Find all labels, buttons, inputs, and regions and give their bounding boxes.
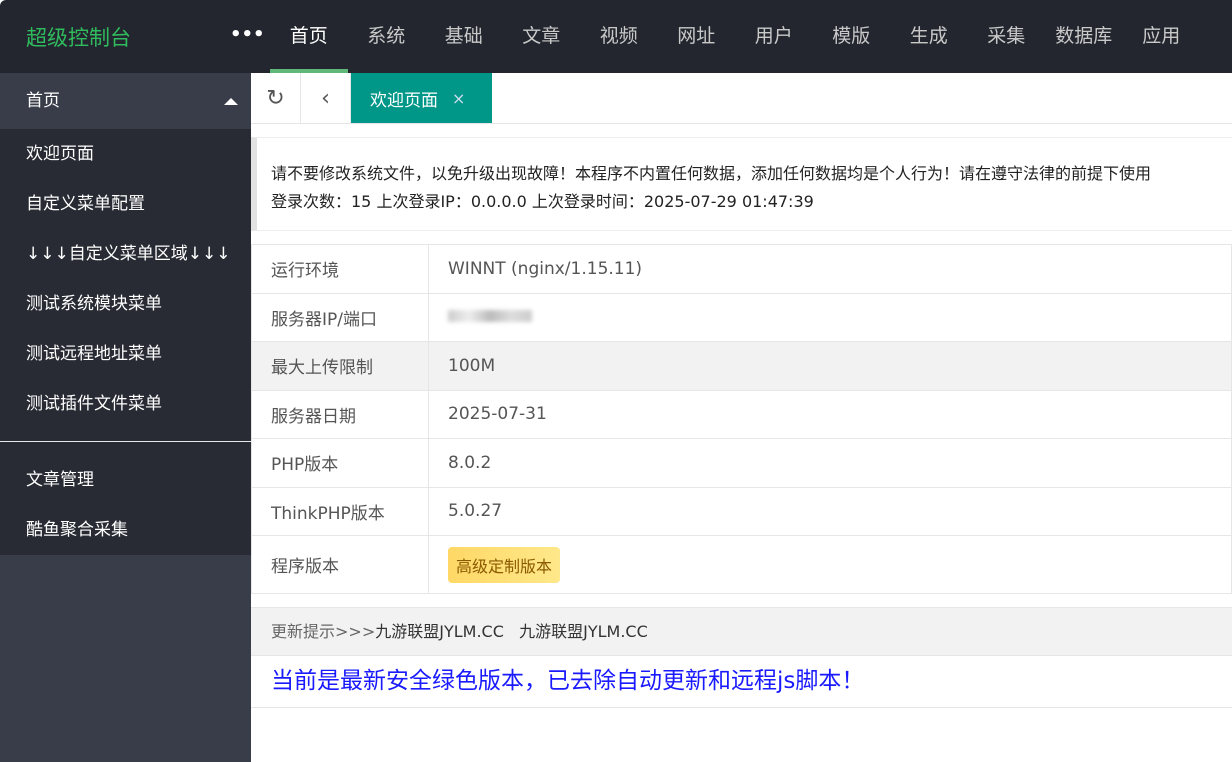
tab-bar: ↻ ‹ 欢迎页面 ×	[251, 73, 1232, 124]
row-label: 运行环境	[251, 244, 429, 294]
sidebar-divider	[0, 441, 251, 442]
sidebar-item-test-plugin-file[interactable]: 测试插件文件菜单	[0, 379, 251, 429]
table-row: 服务器日期 2025-07-31	[251, 389, 1232, 439]
tab-welcome[interactable]: 欢迎页面 ×	[351, 73, 492, 123]
sidebar-item-article-manage[interactable]: 文章管理	[0, 455, 251, 505]
row-value: 8.0.2	[428, 438, 1232, 488]
row-label: PHP版本	[251, 438, 429, 488]
sidebar-submenu: 欢迎页面 自定义菜单配置 ↓↓↓自定义菜单区域↓↓↓ 测试系统模块菜单 测试远程…	[0, 129, 251, 555]
nav-article[interactable]: 文章	[503, 0, 581, 73]
row-value: WINNT (nginx/1.15.11)	[428, 244, 1232, 294]
blurred-ip	[448, 310, 532, 323]
nav-basic[interactable]: 基础	[425, 0, 503, 73]
sidebar-item-custom-menu-config[interactable]: 自定义菜单配置	[0, 179, 251, 229]
nav-database[interactable]: 数据库	[1045, 0, 1123, 73]
notice-text: 请不要修改系统文件，以免升级出现故障！本程序不内置任何数据，添加任何数据均是个人…	[271, 164, 1152, 183]
row-label: ThinkPHP版本	[251, 486, 429, 536]
nav-home[interactable]: 首页	[270, 0, 348, 73]
tab-label: 欢迎页面	[370, 90, 438, 111]
refresh-button[interactable]: ↻	[251, 73, 301, 123]
row-value	[428, 292, 1232, 342]
row-label: 程序版本	[251, 535, 429, 594]
table-row: 程序版本 高级定制版本	[251, 535, 1232, 594]
sidebar-item-test-remote-url[interactable]: 测试远程地址菜单	[0, 329, 251, 379]
status-message: 当前是最新安全绿色版本，已去除自动更新和远程js脚本！	[251, 656, 1232, 708]
sidebar-item-custom-menu-area[interactable]: ↓↓↓自定义菜单区域↓↓↓	[0, 229, 251, 279]
back-button[interactable]: ‹	[301, 73, 351, 123]
nav-user[interactable]: 用户	[735, 0, 813, 73]
nav-system[interactable]: 系统	[348, 0, 426, 73]
nav-app[interactable]: 应用	[1123, 0, 1201, 73]
top-nav: 首页 系统 基础 文章 视频 网址 用户 模版 生成 采集 数据库 应用	[270, 0, 1200, 73]
login-info: 登录次数：15 上次登录IP：0.0.0.0 上次登录时间：2025-07-29…	[271, 192, 814, 211]
table-row: 服务器IP/端口	[251, 292, 1232, 342]
caret-up-icon	[224, 98, 238, 105]
close-icon[interactable]: ×	[452, 89, 465, 108]
logo[interactable]: 超级控制台	[26, 22, 131, 52]
sidebar-section-home[interactable]: 首页	[0, 73, 251, 129]
top-bar: 超级控制台 ••• 首页 系统 基础 文章 视频 网址 用户 模版 生成 采集 …	[0, 0, 1232, 73]
row-value: 2025-07-31	[428, 389, 1232, 439]
nav-generate[interactable]: 生成	[890, 0, 968, 73]
row-label: 服务器日期	[251, 389, 429, 439]
nav-video[interactable]: 视频	[580, 0, 658, 73]
nav-url[interactable]: 网址	[658, 0, 736, 73]
version-badge: 高级定制版本	[448, 546, 561, 583]
sidebar-section-label: 首页	[26, 91, 60, 111]
table-row: 运行环境 WINNT (nginx/1.15.11)	[251, 244, 1232, 294]
nav-template[interactable]: 模版	[813, 0, 891, 73]
server-info-table: 运行环境 WINNT (nginx/1.15.11) 服务器IP/端口 最大上传限…	[251, 244, 1232, 594]
more-menu-button[interactable]: •••	[230, 24, 265, 45]
row-value: 5.0.27	[428, 486, 1232, 536]
table-row: 最大上传限制 100M	[251, 341, 1232, 391]
row-label: 服务器IP/端口	[251, 292, 429, 342]
sidebar-item-test-system-module[interactable]: 测试系统模块菜单	[0, 279, 251, 329]
notice-box: 请不要修改系统文件，以免升级出现故障！本程序不内置任何数据，添加任何数据均是个人…	[251, 137, 1232, 231]
update-text: 九游联盟JYLM.CC 九游联盟JYLM.CC	[375, 622, 648, 641]
nav-collect[interactable]: 采集	[968, 0, 1046, 73]
update-prefix: 更新提示>>>	[271, 622, 376, 641]
table-row: PHP版本 8.0.2	[251, 438, 1232, 488]
update-tip: 更新提示>>>九游联盟JYLM.CC 九游联盟JYLM.CC	[251, 607, 1232, 656]
row-value: 100M	[428, 341, 1232, 391]
table-row: ThinkPHP版本 5.0.27	[251, 486, 1232, 536]
chevron-left-icon: ‹	[321, 85, 330, 111]
row-label: 最大上传限制	[251, 341, 429, 391]
sidebar-item-kuyu-collect[interactable]: 酷鱼聚合采集	[0, 505, 251, 555]
refresh-icon: ↻	[266, 85, 285, 111]
row-value: 高级定制版本	[428, 535, 1232, 594]
sidebar-item-welcome[interactable]: 欢迎页面	[0, 129, 251, 179]
sidebar: 首页 欢迎页面 自定义菜单配置 ↓↓↓自定义菜单区域↓↓↓ 测试系统模块菜单 测…	[0, 73, 251, 762]
